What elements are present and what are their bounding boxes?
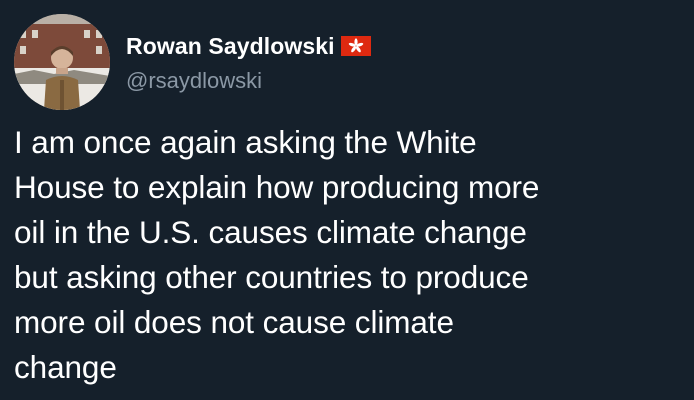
tweet-text-line: but asking other countries to produce [14,259,529,295]
tweet-text-line: House to explain how producing more [14,169,540,205]
avatar[interactable] [14,14,110,110]
author-name-row: Rowan Saydlowski [126,32,371,60]
hong-kong-flag-icon [340,36,371,56]
tweet-text: I am once again asking the White House t… [14,120,692,390]
tweet-text-line: oil in the U.S. causes climate change [14,214,527,250]
display-name[interactable]: Rowan Saydlowski [126,33,335,60]
tweet-text-line: change [14,349,117,385]
user-handle[interactable]: @rsaydlowski [126,68,262,94]
tweet-text-line: more oil does not cause climate [14,304,454,340]
tweet-text-line: I am once again asking the White [14,124,477,160]
tweet-card: Rowan Saydlowski @rsaydlowski I am once … [0,0,694,400]
